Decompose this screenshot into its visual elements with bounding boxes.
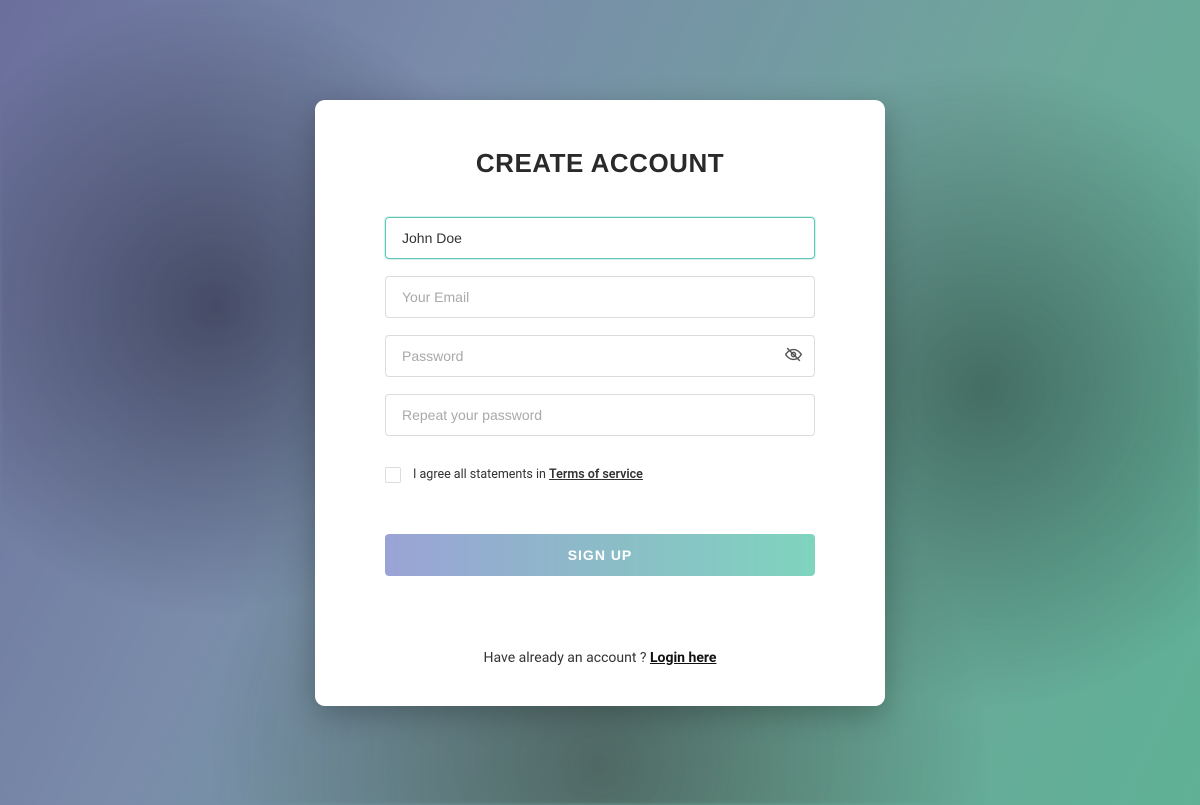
repeat-password-field-wrapper xyxy=(385,394,815,436)
signup-form: I agree all statements in Terms of servi… xyxy=(385,217,815,576)
signup-card: CREATE ACCOUNT xyxy=(315,100,885,706)
toggle-password-visibility-button[interactable] xyxy=(781,344,805,368)
email-field-wrapper xyxy=(385,276,815,318)
email-input[interactable] xyxy=(385,276,815,318)
password-input[interactable] xyxy=(385,335,815,377)
repeat-password-input[interactable] xyxy=(385,394,815,436)
eye-off-icon xyxy=(785,346,802,366)
login-prompt: Have already an account ? Login here xyxy=(484,650,717,666)
login-link[interactable]: Login here xyxy=(650,650,716,666)
login-prompt-text: Have already an account ? xyxy=(484,650,650,666)
password-field-wrapper xyxy=(385,335,815,377)
name-field-wrapper xyxy=(385,217,815,259)
page-title: CREATE ACCOUNT xyxy=(476,148,724,179)
terms-row: I agree all statements in Terms of servi… xyxy=(385,467,815,483)
signup-button[interactable]: SIGN UP xyxy=(385,534,815,576)
terms-checkbox[interactable] xyxy=(385,467,401,483)
terms-text: I agree all statements in Terms of servi… xyxy=(413,467,643,482)
terms-prefix: I agree all statements in xyxy=(413,467,549,482)
name-input[interactable] xyxy=(385,217,815,259)
terms-of-service-link[interactable]: Terms of service xyxy=(549,467,643,482)
